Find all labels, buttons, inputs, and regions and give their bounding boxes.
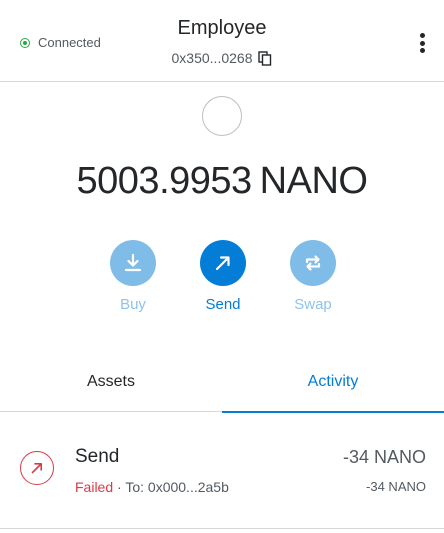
buy-button[interactable]: Buy: [103, 240, 163, 313]
transaction-subtitle: Failed · To: 0x000...2a5b: [75, 479, 229, 495]
kebab-menu-icon[interactable]: [412, 30, 432, 56]
account-header: Connected Employee 0x350...0268: [0, 0, 444, 82]
failed-send-icon: [20, 451, 54, 485]
send-arrow-icon: [200, 240, 246, 286]
send-button[interactable]: Send: [193, 240, 253, 313]
swap-button[interactable]: Swap: [283, 240, 343, 313]
account-name[interactable]: Employee: [0, 17, 444, 40]
transaction-title: Send: [75, 446, 120, 467]
balance-unit: NANO: [259, 160, 368, 202]
account-address: 0x350...0268: [171, 50, 253, 66]
download-icon: [110, 240, 156, 286]
list-item[interactable]: Send Failed · To: 0x000...2a5b -34 NANO …: [0, 413, 444, 529]
swap-label: Swap: [294, 296, 332, 313]
status-badge: Failed: [75, 479, 114, 495]
copy-icon[interactable]: [258, 50, 272, 66]
balance-amount: 5003.9953: [76, 160, 253, 202]
account-address-button[interactable]: 0x350...0268: [0, 50, 444, 66]
balance-display: 5003.9953 NANO: [0, 160, 444, 203]
transaction-primary-amount: -34 NANO: [342, 447, 426, 467]
tab-bar: Assets Activity: [0, 352, 444, 413]
tab-assets[interactable]: Assets: [0, 352, 222, 412]
swap-icon: [290, 240, 336, 286]
subtitle-separator: ·: [113, 479, 126, 495]
transaction-recipient: To: 0x000...2a5b: [125, 479, 229, 495]
tab-activity[interactable]: Activity: [222, 352, 444, 413]
send-label: Send: [205, 296, 241, 313]
action-buttons: Buy Send Swap: [0, 240, 444, 320]
token-icon: [202, 96, 242, 136]
buy-label: Buy: [120, 296, 146, 313]
transaction-secondary-amount: -34 NANO: [366, 479, 426, 494]
